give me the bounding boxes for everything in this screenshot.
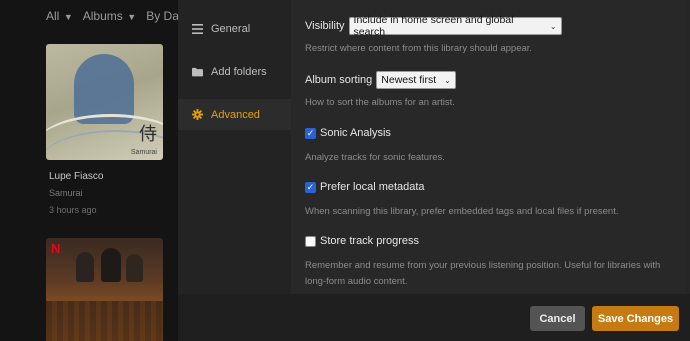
sonic-analysis-checkbox[interactable]: ✓ — [305, 127, 316, 139]
cover-kanji: 侍 — [139, 124, 157, 145]
nav-label: Add folders — [211, 65, 267, 78]
sonic-analysis-label: Sonic Analysis — [320, 127, 391, 139]
album-cover[interactable]: 侍 Samurai — [46, 44, 163, 160]
content-scrollbar[interactable] — [685, 0, 690, 294]
album-sorting-label: Album sorting — [305, 74, 373, 86]
album-sorting-value: Newest first — [381, 74, 437, 86]
nav-advanced[interactable]: Advanced — [178, 99, 291, 130]
settings-content: Visibility Include in home screen and gl… — [292, 0, 690, 294]
cover-brand: Samurai — [130, 149, 157, 156]
filter-bar: All ▼ Albums ▼ By Date — [46, 9, 189, 23]
library-background: All ▼ Albums ▼ By Date 侍 Samurai Lupe Fi… — [0, 0, 189, 341]
store-track-progress-help: Remember and resume from your previous l… — [305, 260, 661, 271]
cover-figure — [126, 254, 143, 282]
album-added-time: 3 hours ago — [49, 205, 97, 215]
visibility-row: Visibility Include in home screen and gl… — [305, 14, 562, 38]
nav-label: General — [211, 22, 251, 35]
chevron-down-icon: ⌄ — [444, 75, 451, 85]
sonic-analysis-help: Analyze tracks for sonic features. — [305, 152, 445, 163]
modal-footer: Cancel Save Changes — [178, 294, 690, 341]
cover-figure — [76, 252, 94, 282]
folder-icon — [192, 66, 203, 77]
list-icon — [192, 23, 203, 34]
nav-label: Advanced — [211, 108, 260, 121]
visibility-select[interactable]: Include in home screen and global search… — [348, 14, 562, 38]
chevron-down-icon: ⌄ — [549, 21, 557, 31]
save-changes-button[interactable]: Save Changes — [592, 306, 679, 331]
visibility-help: Restrict where content from this library… — [305, 43, 533, 54]
prefer-local-metadata-label: Prefer local metadata — [320, 181, 425, 193]
album-title[interactable]: Samurai — [49, 188, 83, 198]
nav-general[interactable]: General — [178, 13, 291, 44]
cancel-button[interactable]: Cancel — [530, 306, 585, 331]
album-sorting-row: Album sorting Newest first ⌄ — [305, 71, 456, 89]
filter-view[interactable]: Albums ▼ — [83, 9, 136, 23]
cover-city — [46, 301, 163, 341]
album-cover[interactable]: N — [46, 238, 163, 341]
netflix-logo: N — [51, 241, 61, 256]
chevron-down-icon: ▼ — [61, 12, 73, 22]
store-track-progress-help-2: long-form audio content. — [305, 276, 408, 287]
cover-figure — [101, 248, 121, 282]
visibility-value: Include in home screen and global search — [353, 14, 514, 38]
prefer-local-metadata-row[interactable]: ✓ Prefer local metadata — [305, 181, 425, 193]
settings-sidebar: General Add folders Advanced — [178, 0, 291, 294]
visibility-label: Visibility — [305, 20, 345, 32]
store-track-progress-row[interactable]: Store track progress — [305, 235, 419, 247]
chevron-down-icon: ▼ — [124, 12, 137, 22]
gear-icon — [192, 109, 203, 120]
library-settings-modal: General Add folders Advanced Visibility … — [178, 0, 690, 341]
sonic-analysis-row[interactable]: ✓ Sonic Analysis — [305, 127, 391, 139]
store-track-progress-label: Store track progress — [320, 235, 420, 247]
store-track-progress-checkbox[interactable] — [305, 235, 316, 247]
album-sorting-select[interactable]: Newest first ⌄ — [376, 71, 456, 89]
prefer-local-metadata-checkbox[interactable]: ✓ — [305, 181, 316, 193]
filter-all[interactable]: All ▼ — [46, 9, 73, 23]
nav-add-folders[interactable]: Add folders — [178, 56, 291, 87]
prefer-local-metadata-help: When scanning this library, prefer embed… — [305, 206, 619, 217]
album-artist[interactable]: Lupe Fiasco — [49, 171, 103, 182]
album-sorting-help: How to sort the albums for an artist. — [305, 97, 455, 108]
